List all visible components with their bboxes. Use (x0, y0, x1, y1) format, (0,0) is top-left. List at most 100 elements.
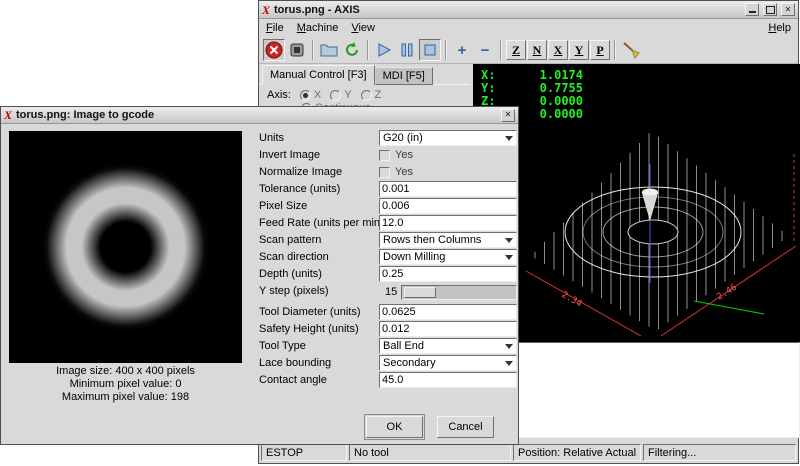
status-message: Filtering... (643, 444, 796, 461)
view-y-button[interactable]: Y (569, 40, 589, 60)
preview-pane[interactable]: 2.34 2.46 X:1.0174 Y:0.7755 Z:0.0000 0.0… (473, 64, 800, 342)
view-x-button[interactable]: X (548, 40, 568, 60)
status-estop: ESTOP (261, 444, 347, 461)
view-z2-button[interactable]: N (527, 40, 547, 60)
invert-image-checkbox[interactable]: Yes (379, 147, 413, 163)
clear-plot-button[interactable] (620, 39, 642, 61)
max-pixel-text: Maximum pixel value: 198 (9, 391, 242, 404)
torus-hole (628, 220, 678, 244)
menu-file[interactable]: File (266, 22, 284, 34)
axis-radio-x[interactable]: X (300, 89, 321, 101)
field-label: Normalize Image (259, 166, 342, 178)
run-button[interactable] (373, 39, 395, 61)
dimension-label-left: 2.34 (560, 290, 584, 310)
reload-button[interactable] (341, 39, 363, 61)
estop-icon (265, 41, 283, 59)
field-row-tool-type: Tool Type Ball End (247, 338, 517, 355)
dialog-close-button[interactable]: ✕ (501, 109, 515, 122)
dimension-line-left (526, 271, 641, 336)
lace-bounding-select[interactable]: Secondary (379, 355, 517, 371)
tab-manual-control[interactable]: Manual Control [F3] (262, 65, 375, 85)
field-label: Depth (units) (259, 268, 322, 280)
toolbar-separator (445, 40, 447, 60)
slider-value: 15 (385, 286, 397, 298)
menu-help[interactable]: Help (768, 22, 791, 34)
reload-icon (343, 41, 361, 59)
power-icon (289, 42, 305, 58)
tabs: Manual Control [F3] MDI [F5] (262, 65, 433, 85)
tool-top (642, 189, 658, 196)
axis-radio-z[interactable]: Z (361, 89, 382, 101)
feed-rate-input[interactable] (379, 215, 517, 231)
status-tool: No tool (349, 444, 511, 461)
safety-height-input[interactable] (379, 321, 517, 337)
close-button[interactable]: ✕ (781, 3, 795, 16)
folder-icon (320, 42, 338, 58)
image-info: Image size: 400 x 400 pixels Minimum pix… (9, 365, 242, 404)
axis-logo-icon: X (262, 4, 270, 16)
broom-icon (621, 40, 641, 60)
scan-direction-select[interactable]: Down Milling (379, 249, 517, 265)
field-row-scan-pattern: Scan pattern Rows then Columns (247, 232, 517, 249)
pixel-size-input[interactable] (379, 198, 517, 214)
menu-view[interactable]: View (351, 22, 375, 34)
field-row-feed-rate: Feed Rate (units per minute) (247, 215, 517, 232)
estop-button[interactable] (263, 39, 285, 61)
minus-icon: − (481, 43, 490, 58)
field-row-normalize: Normalize Image Yes (247, 164, 517, 181)
tolerance-input[interactable] (379, 181, 517, 197)
open-file-button[interactable] (318, 39, 340, 61)
view-p-button[interactable]: P (590, 40, 610, 60)
units-select[interactable]: G20 (in) (379, 130, 517, 146)
zoom-in-button[interactable]: + (451, 39, 473, 61)
field-label: Tolerance (units) (259, 183, 340, 195)
play-icon (375, 41, 393, 59)
image-to-gcode-dialog: X torus.png: Image to gcode ✕ Image size… (0, 106, 519, 445)
toolbar-separator (500, 40, 502, 60)
tool-diameter-input[interactable] (379, 304, 517, 320)
cancel-button[interactable]: Cancel (437, 416, 494, 438)
maximize-button[interactable] (763, 3, 777, 16)
dimension-label-right: 2.46 (715, 283, 739, 303)
gcode-options-form: Units G20 (in) Invert Image Yes Normaliz… (247, 130, 517, 389)
desktop: X torus.png - AXIS ✕ File Machine View H… (0, 0, 800, 466)
normalize-image-checkbox[interactable]: Yes (379, 164, 413, 180)
stop-button[interactable] (419, 39, 441, 61)
contact-angle-input[interactable] (379, 372, 517, 388)
minimize-button[interactable] (745, 3, 759, 16)
field-row-tolerance: Tolerance (units) (247, 181, 517, 198)
status-position-mode: Position: Relative Actual (513, 444, 641, 461)
axis-window-title: torus.png - AXIS (274, 4, 360, 16)
min-pixel-text: Minimum pixel value: 0 (9, 378, 242, 391)
plus-icon: + (458, 43, 467, 58)
chevron-down-icon (505, 255, 513, 260)
machine-power-button[interactable] (286, 39, 308, 61)
tool-type-select[interactable]: Ball End (379, 338, 517, 354)
chevron-down-icon (505, 238, 513, 243)
radio-icon (361, 90, 372, 101)
depth-input[interactable] (379, 266, 517, 282)
pause-button[interactable] (396, 39, 418, 61)
view-z-button[interactable]: Z (506, 40, 526, 60)
close-icon: ✕ (785, 6, 792, 14)
slider-trough[interactable] (401, 285, 517, 300)
field-label: Pixel Size (259, 200, 307, 212)
field-label: Scan direction (259, 251, 329, 263)
field-row-units: Units G20 (in) (247, 130, 517, 147)
checkbox-icon (379, 150, 390, 161)
ok-button[interactable]: OK (366, 416, 423, 438)
dialog-titlebar: X torus.png: Image to gcode ✕ (1, 107, 518, 124)
tab-mdi[interactable]: MDI [F5] (375, 67, 433, 85)
slider-thumb[interactable] (404, 287, 436, 298)
field-row-y-step: Y step (pixels) 15 (247, 283, 517, 304)
gcode-listing[interactable] (473, 342, 800, 438)
axis-radio-y[interactable]: Y (330, 89, 351, 101)
y-step-slider[interactable]: 15 (379, 283, 517, 303)
menu-machine[interactable]: Machine (297, 22, 339, 34)
field-row-lace-bounding: Lace bounding Secondary (247, 355, 517, 372)
axis-logo-icon: X (4, 109, 12, 121)
zoom-out-button[interactable]: − (474, 39, 496, 61)
field-label: Contact angle (259, 374, 327, 386)
scan-pattern-select[interactable]: Rows then Columns (379, 232, 517, 248)
image-preview-panel (9, 131, 242, 363)
